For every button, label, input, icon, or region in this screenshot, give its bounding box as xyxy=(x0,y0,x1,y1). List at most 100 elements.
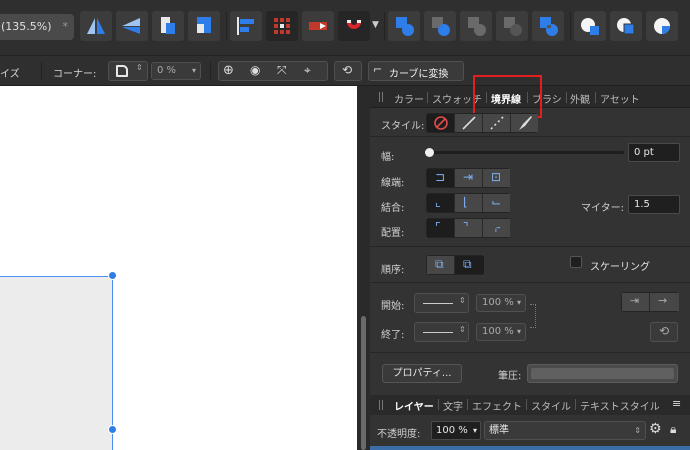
cap-butt-icon: ⊐ xyxy=(435,170,446,184)
stepper-icon: ⇕ xyxy=(459,296,466,305)
gear-icon[interactable]: ⚙ xyxy=(649,421,662,437)
arrange-front-button[interactable] xyxy=(152,11,184,41)
dashed-stroke-button[interactable] xyxy=(483,114,511,132)
panel-menu-icon[interactable]: ≡ xyxy=(672,397,681,410)
no-stroke-button[interactable] xyxy=(427,114,455,132)
boolean-divide-button[interactable] xyxy=(532,11,564,41)
arrow-tip-button[interactable]: ⇥ xyxy=(622,293,650,311)
insert-inside-button[interactable] xyxy=(574,11,606,41)
scrollbar-thumb[interactable] xyxy=(361,316,366,450)
layers-tabbar: レイヤー 文字 エフェクト スタイル テキストスタイル ≡ xyxy=(370,395,690,415)
swap-icon: ⟲ xyxy=(659,324,670,338)
insert-behind-button[interactable] xyxy=(610,11,642,41)
miter-join-button[interactable]: ⌞ xyxy=(427,194,455,212)
curve-icon: ⌐ xyxy=(373,63,383,76)
boolean-xor-button[interactable] xyxy=(496,11,528,41)
convert-label: カーブに変換 xyxy=(389,69,449,80)
lock-icon[interactable]: 🔒︎ xyxy=(670,422,676,437)
eye-icon[interactable]: ◉ xyxy=(250,63,260,77)
link-bracket-icon[interactable] xyxy=(530,304,536,328)
selected-shape[interactable] xyxy=(0,276,113,450)
tab-effects[interactable]: エフェクト xyxy=(472,398,522,413)
start-scale-field[interactable]: 100 % ▾ xyxy=(476,294,526,312)
join-label: 結合: xyxy=(381,203,405,214)
opacity-field[interactable]: 100 % ▾ xyxy=(431,421,481,440)
arrange-back-button[interactable] xyxy=(188,11,220,41)
round-join-button[interactable]: ⌊ xyxy=(455,194,483,212)
align-buttons: ⌜ ⌝ ⌌ xyxy=(426,218,510,238)
corner-type-select[interactable]: ⇕ xyxy=(108,61,148,81)
tab-color[interactable]: カラー xyxy=(394,91,424,106)
bevel-join-button[interactable]: ⌙ xyxy=(483,194,510,212)
scaling-checkbox[interactable] xyxy=(570,256,582,268)
flip-vertical-button[interactable] xyxy=(116,11,148,41)
end-label: 終了: xyxy=(381,330,405,341)
selection-handle[interactable] xyxy=(108,425,117,434)
convert-to-curves-button[interactable]: ⌐ カーブに変換 xyxy=(368,61,464,81)
start-arrowhead-select[interactable]: ⇕ xyxy=(414,293,469,313)
stroke-behind-icon: ⧉ xyxy=(435,257,444,271)
cap-round-icon: ⇥ xyxy=(463,170,474,184)
layers-body: 不透明度: 100 % ▾ 標準 ⇕ ⚙ 🔒︎ xyxy=(370,416,690,450)
corner-icon xyxy=(116,65,128,77)
crosshair-icon[interactable]: ⊕ xyxy=(223,63,234,78)
brush-icon xyxy=(519,116,532,130)
properties-button[interactable]: プロパティ... xyxy=(382,364,462,383)
layer-row-selected[interactable] xyxy=(370,446,690,450)
no-stroke-icon xyxy=(434,116,448,130)
stroke-front-button[interactable]: ⧉ xyxy=(455,256,484,274)
end-scale-field[interactable]: 100 % ▾ xyxy=(476,323,526,341)
selection-handle[interactable] xyxy=(108,271,117,280)
miter-value-field[interactable]: 1.5 xyxy=(628,195,680,214)
snapping-magnet-button[interactable] xyxy=(338,11,370,41)
tab-text-styles[interactable]: テキストスタイル xyxy=(580,398,660,413)
document-tab[interactable]: (135.5%) * xyxy=(0,14,74,40)
snap-move-button[interactable] xyxy=(302,11,334,41)
boolean-subtract-icon xyxy=(432,17,450,36)
end-scale-value: 100 % xyxy=(482,326,514,337)
width-slider[interactable] xyxy=(428,151,624,154)
align-left-button[interactable] xyxy=(230,11,262,41)
boolean-add-button[interactable] xyxy=(388,11,420,41)
flip-horizontal-button[interactable] xyxy=(80,11,112,41)
align-inside-button[interactable]: ⌝ xyxy=(455,219,483,237)
brush-stroke-button[interactable] xyxy=(511,114,538,132)
width-slider-knob[interactable] xyxy=(425,148,434,157)
circle-behind-icon xyxy=(617,18,635,35)
stroke-behind-button[interactable]: ⧉ xyxy=(427,256,455,274)
width-value-field[interactable]: 0 pt xyxy=(628,143,680,162)
fit-icon[interactable]: ⤧ xyxy=(277,63,287,78)
butt-cap-button[interactable]: ⊐ xyxy=(427,169,455,187)
swap-arrows-button[interactable]: ⟲ xyxy=(650,322,678,342)
highlight-annotation xyxy=(473,75,542,118)
align-center-button[interactable]: ⌜ xyxy=(427,219,455,237)
solid-stroke-button[interactable] xyxy=(455,114,483,132)
align-center-icon: ⌜ xyxy=(435,220,441,234)
modified-mark: * xyxy=(62,20,69,33)
tab-layers[interactable]: レイヤー xyxy=(394,398,434,413)
blend-mode-select[interactable]: 標準 ⇕ xyxy=(484,421,646,440)
align-outside-button[interactable]: ⌌ xyxy=(483,219,510,237)
boolean-intersect-icon xyxy=(468,17,486,36)
end-arrowhead-select[interactable]: ⇕ xyxy=(414,322,469,342)
arrow-end-button[interactable]: → xyxy=(650,293,679,311)
round-cap-button[interactable]: ⇥ xyxy=(455,169,483,187)
tab-appearance[interactable]: 外観 xyxy=(570,91,590,106)
corner-value: 0 % xyxy=(157,65,177,76)
order-buttons: ⧉ ⧉ xyxy=(426,255,484,275)
tab-styles[interactable]: スタイル xyxy=(531,398,571,413)
snapping-dropdown-icon[interactable]: ▼ xyxy=(372,20,379,30)
boolean-intersect-button[interactable] xyxy=(460,11,492,41)
tab-assets[interactable]: アセット xyxy=(600,91,640,106)
transform-origin-icon[interactable]: ⌖ xyxy=(304,63,311,78)
pie-insert-button[interactable] xyxy=(646,11,678,41)
arrow-swap-buttons: ⇥ → xyxy=(621,292,679,312)
refresh-button[interactable]: ⟲ xyxy=(334,61,362,81)
square-cap-button[interactable]: ⊡ xyxy=(483,169,510,187)
tab-character[interactable]: 文字 xyxy=(443,398,463,413)
snapping-grid-button[interactable] xyxy=(266,11,298,41)
pressure-curve-button[interactable] xyxy=(527,364,678,383)
corner-value-field[interactable]: 0 % ▾ xyxy=(151,62,201,80)
context-toolbar: イズ コーナー: ⇕ 0 % ▾ ⊕ ◉ ⤧ ⌖ ⟲ ⌐ カーブに変換 xyxy=(0,56,690,86)
boolean-subtract-button[interactable] xyxy=(424,11,456,41)
